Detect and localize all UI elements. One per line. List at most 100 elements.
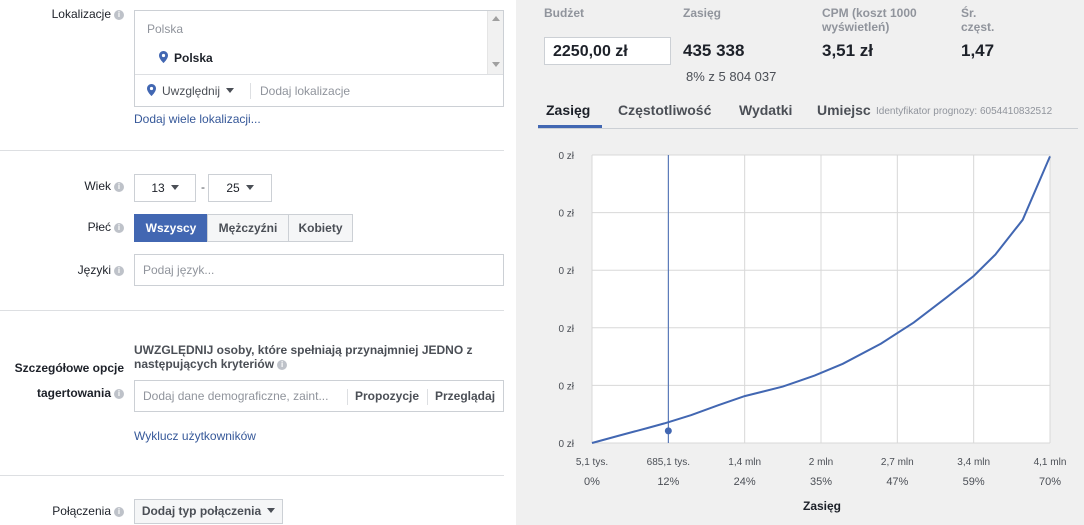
- detailed-targeting-label-line2: tagertowania i: [0, 381, 124, 406]
- section-divider: [0, 310, 504, 311]
- y-tick-label: 0 zł: [558, 381, 574, 392]
- frequency-value: 1,47: [961, 41, 995, 60]
- reach-value: 435 338: [683, 41, 745, 60]
- add-location-input[interactable]: Dodaj lokalizacje: [260, 84, 350, 98]
- detailed-targeting-description: UWZGLĘDNIJ osoby, które spełniają przyna…: [134, 343, 504, 371]
- info-icon[interactable]: i: [114, 223, 124, 233]
- location-label: Lokalizacje i: [0, 7, 124, 21]
- vertical-divider: [347, 389, 348, 405]
- y-axis-ticks: 0 zł 0 zł 0 zł 0 zł 0 zł 0 zł: [558, 151, 574, 450]
- description-line2: następujących kryteriów i: [134, 357, 504, 371]
- x-axis-label: Zasięg: [803, 499, 841, 513]
- cpm-value: 3,51 zł: [822, 41, 874, 60]
- x-tick-percent-label: 24%: [734, 476, 756, 488]
- tab-reach[interactable]: Zasięg: [546, 102, 590, 118]
- age-max-dropdown[interactable]: 25: [208, 174, 272, 202]
- budget-input[interactable]: 2250,00 zł: [544, 37, 671, 65]
- x-tick-percent-label: 35%: [810, 476, 832, 488]
- section-divider: [0, 475, 504, 476]
- location-list[interactable]: Polska Polska: [135, 11, 489, 74]
- y-tick-label: 0 zł: [558, 209, 574, 220]
- chevron-down-icon: [267, 508, 276, 513]
- chevron-down-icon: [226, 88, 235, 93]
- x-tick-percent-label: 59%: [963, 476, 985, 488]
- chevron-down-icon: [170, 185, 179, 190]
- info-icon[interactable]: i: [277, 360, 288, 370]
- budget-value: 2250,00 zł: [553, 43, 628, 60]
- language-placeholder: Podaj język...: [143, 263, 215, 277]
- reach-chart: 0 zł 0 zł 0 zł 0 zł 0 zł 0 zł 5,1 tys. 0% 685,1…: [558, 151, 1067, 513]
- add-connection-type-button[interactable]: Dodaj typ połączenia: [134, 499, 283, 524]
- detailed-targeting-label-line1: Szczegółowe opcje: [14, 361, 124, 375]
- info-icon[interactable]: i: [114, 182, 124, 192]
- detailed-targeting-placeholder: Dodaj dane demograficzne, zaint...: [143, 389, 329, 403]
- targeting-panel: Lokalizacje i Polska Polska Uwzględnij Do…: [0, 0, 516, 525]
- x-tick-label: 1,4 mln: [728, 457, 761, 468]
- chart-grid: [591, 154, 1051, 444]
- frequency-label: Śr. częst.: [961, 6, 995, 34]
- x-tick-label: 685,1 tys.: [647, 457, 690, 468]
- age-max-value: 25: [226, 181, 240, 195]
- x-tick-label: 5,1 tys.: [576, 457, 608, 468]
- x-tick-label: 4,1 mln: [1034, 457, 1067, 468]
- location-pin-icon: [147, 84, 156, 96]
- x-tick-label: 2 mln: [809, 457, 833, 468]
- age-label: Wiek i: [0, 179, 124, 193]
- info-icon[interactable]: i: [114, 507, 124, 517]
- forecast-id: Identyfikator prognozy: 6054410832512: [876, 106, 1053, 117]
- tabs-divider: [538, 128, 1078, 129]
- x-tick-percent-label: 47%: [886, 476, 908, 488]
- x-tick-percent-label: 70%: [1039, 476, 1061, 488]
- include-dropdown[interactable]: Uwzględnij: [147, 84, 235, 98]
- language-input[interactable]: Podaj język...: [134, 254, 504, 286]
- x-tick-label: 3,4 mln: [957, 457, 990, 468]
- location-box[interactable]: Polska Polska Uwzględnij Dodaj lokalizac…: [134, 10, 504, 107]
- info-icon[interactable]: i: [114, 389, 124, 399]
- x-tick-label: 2,7 mln: [881, 457, 914, 468]
- y-tick-label: 0 zł: [558, 266, 574, 277]
- exclude-users-link[interactable]: Wyklucz użytkowników: [134, 429, 256, 443]
- scroll-down-icon[interactable]: [492, 62, 500, 67]
- budget-label: Budżet: [544, 6, 584, 20]
- gender-label: Płeć i: [0, 220, 124, 234]
- tab-placement[interactable]: Umiejsc: [817, 102, 871, 118]
- include-label: Uwzględnij: [162, 84, 221, 98]
- gender-option-women[interactable]: Kobiety: [288, 214, 353, 242]
- selected-location-label: Polska: [174, 51, 213, 65]
- age-separator: -: [201, 180, 205, 194]
- browse-button[interactable]: Przeglądaj: [435, 389, 495, 403]
- gender-option-all[interactable]: Wszyscy: [134, 214, 208, 242]
- x-tick-percent-label: 0%: [584, 476, 600, 488]
- chevron-down-icon: [245, 185, 254, 190]
- x-axis-ticks: 5,1 tys. 0% 685,1 tys. 12% 1,4 mln 24% 2 mln 35…: [576, 457, 1067, 488]
- info-icon[interactable]: i: [114, 266, 124, 276]
- x-tick-percent-label: 12%: [657, 476, 679, 488]
- location-group-header: Polska: [147, 22, 184, 36]
- languages-label: Języki i: [0, 263, 124, 277]
- detailed-targeting-label: Szczegółowe opcje tagertowania i: [0, 356, 124, 406]
- reach-sub: 8% z 5 804 037: [686, 69, 777, 84]
- connections-label: Połączenia i: [0, 504, 124, 518]
- vertical-divider: [250, 83, 251, 99]
- cpm-label: CPM (koszt 1000 wyświetleń): [822, 6, 917, 34]
- suggestions-button[interactable]: Propozycje: [355, 389, 419, 403]
- marker-point: [664, 427, 672, 435]
- section-divider: [0, 150, 504, 151]
- location-pin-icon: [159, 51, 168, 63]
- info-icon[interactable]: i: [114, 10, 124, 20]
- detailed-targeting-input[interactable]: Dodaj dane demograficzne, zaint... Propo…: [134, 380, 504, 412]
- selected-location[interactable]: Polska: [159, 51, 213, 65]
- add-connection-type-label: Dodaj typ połączenia: [141, 504, 262, 518]
- age-min-dropdown[interactable]: 13: [134, 174, 196, 202]
- tab-frequency[interactable]: Częstotliwość: [618, 102, 711, 118]
- location-add-row: Uwzględnij Dodaj lokalizacje: [135, 74, 503, 106]
- tab-spend[interactable]: Wydatki: [739, 102, 792, 118]
- age-min-value: 13: [151, 181, 165, 195]
- gender-option-men[interactable]: Mężczyźni: [207, 214, 289, 242]
- y-tick-label: 0 zł: [558, 439, 574, 450]
- add-many-locations-link[interactable]: Dodaj wiele lokalizacji...: [134, 112, 261, 126]
- scroll-up-icon[interactable]: [492, 16, 500, 21]
- reach-label: Zasięg: [683, 6, 722, 20]
- description-line1: UWZGLĘDNIJ osoby, które spełniają przyna…: [134, 343, 473, 357]
- location-scrollbar[interactable]: [487, 11, 503, 74]
